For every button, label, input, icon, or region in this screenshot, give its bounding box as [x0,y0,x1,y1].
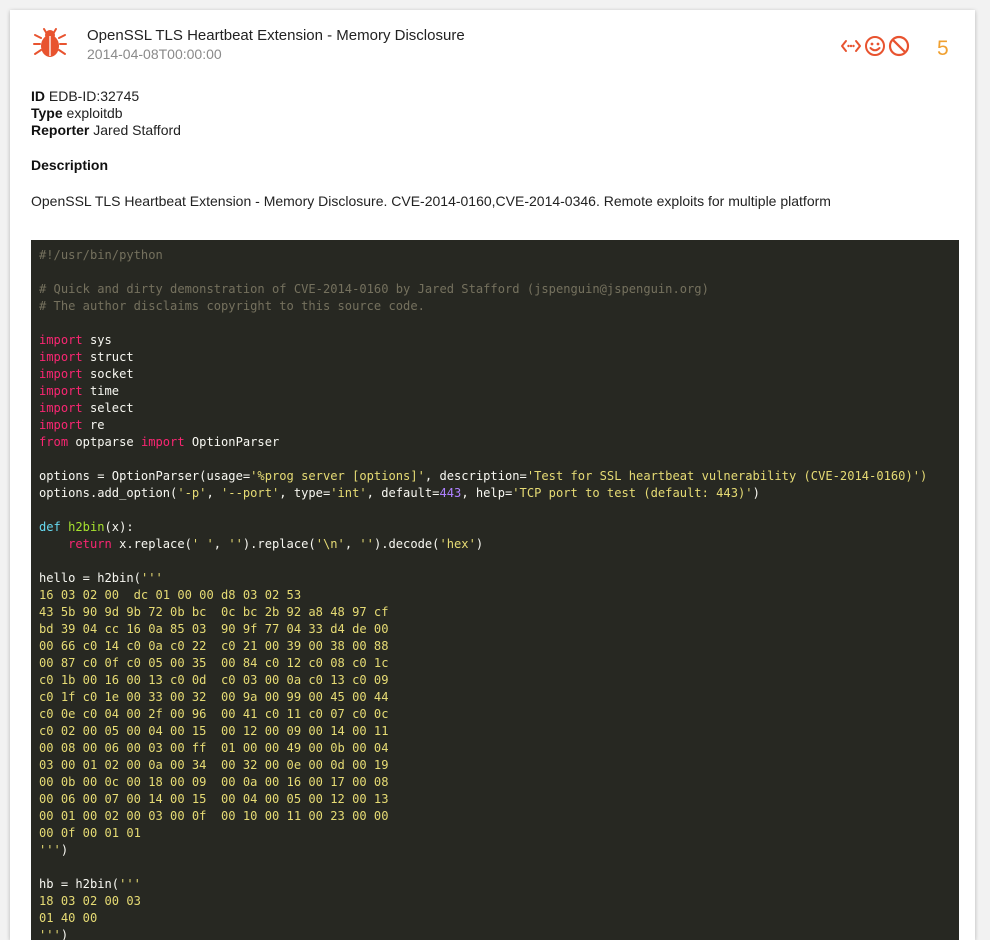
code-text: options = OptionParser(usage= [39,469,251,483]
description-heading: Description [31,157,109,173]
code-keyword: from [39,435,69,449]
meta-id-row: ID EDB-ID:32745 [31,88,181,105]
source-code: #!/usr/bin/python # Quick and dirty demo… [31,240,959,940]
code-string: ''' 16 03 02 00 dc 01 00 00 d8 03 02 53 … [39,571,389,857]
code-string: 'int' [330,486,367,500]
code-text: hb = h2bin( [39,877,120,891]
code-text: sys [89,333,112,347]
meta-reporter-row: Reporter Jared Stafford [31,122,181,139]
code-text: optparse [75,435,134,449]
meta-type-row: Type exploitdb [31,105,181,122]
code-comment: # The author disclaims copyright to this… [39,299,425,313]
ban-icon[interactable] [888,35,910,57]
code-string: '%prog server [options]' [250,469,425,483]
code-text: re [89,418,105,432]
code-text: options.add_option( [39,486,178,500]
code-string: 'TCP port to test (default: 443)' [512,486,753,500]
code-keyword: import [39,367,83,381]
vulnerability-card: OpenSSL TLS Heartbeat Extension - Memory… [10,10,975,940]
code-text: x.replace( [119,537,192,551]
code-string: 'Test for SSL heartbeat vulnerability (C… [526,469,928,483]
code-string: '--port' [221,486,280,500]
code-text: ) [60,843,69,857]
code-keyword: import [39,384,83,398]
code-text: , [206,486,222,500]
code-string: '' [228,537,243,551]
code-text: OptionParser [191,435,280,449]
meta-type-value: exploitdb [66,105,123,121]
code-text: select [89,401,134,415]
meta-reporter-value: Jared Stafford [93,122,181,138]
meta-id-value: EDB-ID:32745 [48,88,140,104]
page-title: OpenSSL TLS Heartbeat Extension - Memory… [87,27,465,44]
code-text: ) [752,486,760,500]
metadata: ID EDB-ID:32745 Type exploitdb Reporter … [31,88,181,139]
code-text: hello = h2bin( [39,571,141,585]
code-text: , [344,537,360,551]
meta-type-label: Type [31,105,63,121]
code-text: (x): [104,520,134,534]
code-text: ).replace( [242,537,316,551]
code-text: , description= [424,469,527,483]
code-keyword: import [140,435,185,449]
card-header: OpenSSL TLS Heartbeat Extension - Memory… [10,10,975,70]
code-text: , default= [366,486,440,500]
code-text: , help= [461,486,513,500]
code-string: '\n' [315,537,345,551]
code-string: '' [359,537,374,551]
smile-icon[interactable] [864,35,886,57]
code-text: struct [89,350,134,364]
meta-reporter-label: Reporter [31,122,90,138]
code-keyword: import [39,350,83,364]
code-text: time [89,384,120,398]
code-string: ' ' [191,537,214,551]
code-keyword: import [39,401,83,415]
code-string: '-p' [177,486,207,500]
code-text: ).decode( [373,537,440,551]
code-keyword: import [39,418,83,432]
code-text: , type= [279,486,331,500]
code-keyword: return [68,537,112,551]
code-text: ) [60,928,69,940]
score-value: 5 [937,37,949,60]
code-comment: # Quick and dirty demonstration of CVE-2… [39,282,709,296]
code-text: socket [89,367,134,381]
code-block[interactable]: #!/usr/bin/python # Quick and dirty demo… [31,240,959,940]
description-text: OpenSSL TLS Heartbeat Extension - Memory… [31,193,831,209]
code-keyword: def [39,520,61,534]
code-compare-icon[interactable] [840,35,862,57]
code-text: , [213,537,229,551]
meta-id-label: ID [31,88,45,104]
code-keyword: import [39,333,83,347]
code-shebang: #!/usr/bin/python [39,248,163,262]
code-text: ) [475,537,484,551]
code-function-name: h2bin [68,520,105,534]
bug-icon [32,26,68,62]
code-string: 'hex' [439,537,476,551]
published-date: 2014-04-08T00:00:00 [87,46,222,62]
code-number: 443 [439,486,462,500]
action-icons [840,35,910,57]
